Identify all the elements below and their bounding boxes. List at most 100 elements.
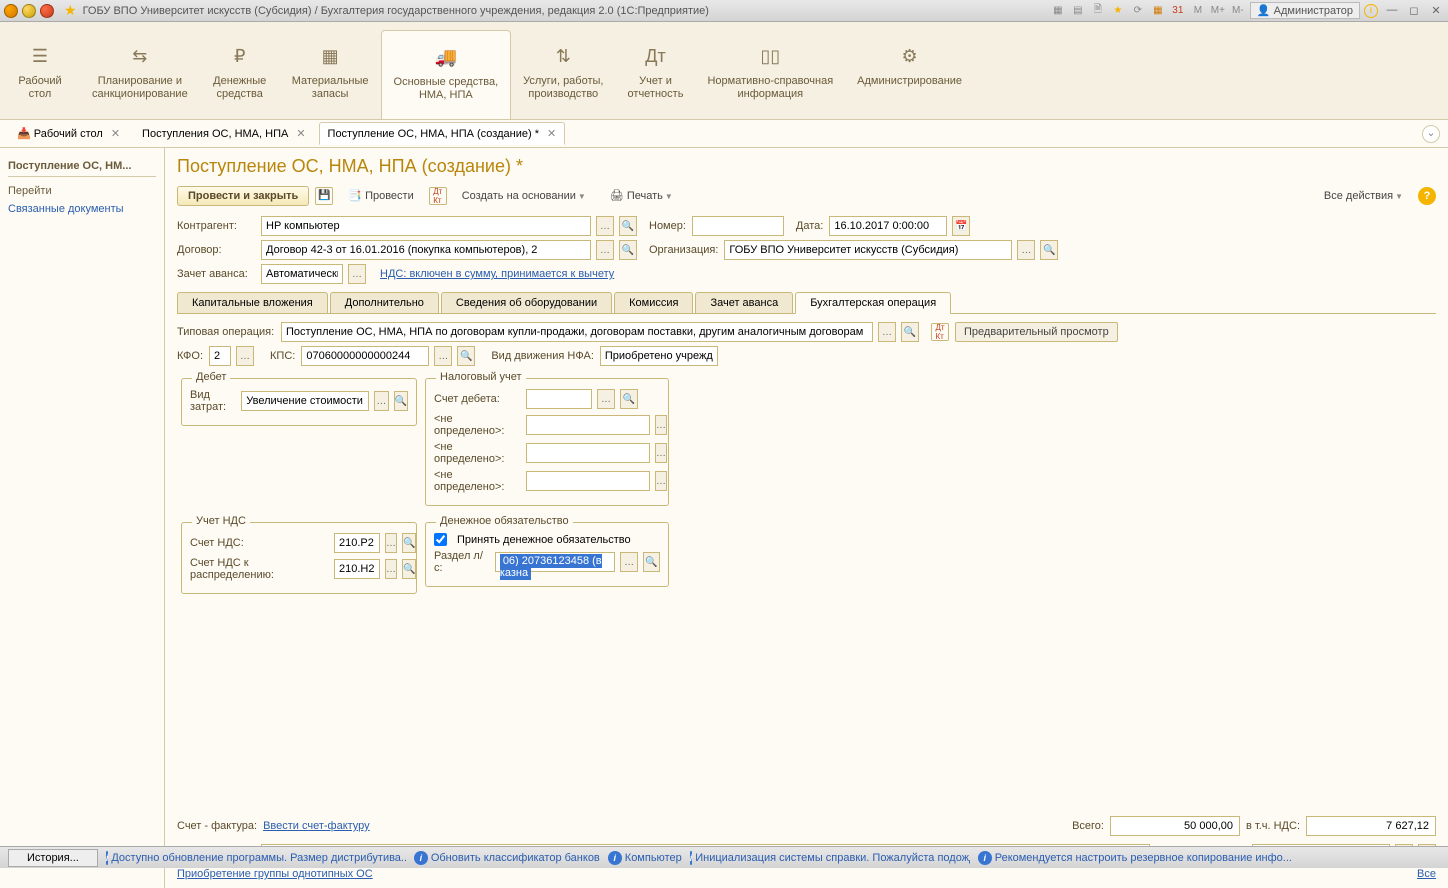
calendar-icon[interactable]: 📅	[952, 216, 970, 236]
search-icon[interactable]: 🔍	[1040, 240, 1058, 260]
tab-close-icon[interactable]: ✕	[547, 127, 556, 140]
status-backup[interactable]: iРекомендуется настроить резервное копир…	[978, 851, 1292, 865]
select-icon[interactable]: …	[385, 559, 397, 579]
nav-desktop[interactable]: ☰Рабочий стол	[0, 22, 80, 119]
maximize-icon[interactable]: ◻	[1406, 4, 1422, 18]
search-icon[interactable]: 🔍	[619, 216, 637, 236]
undefined-input[interactable]	[526, 443, 650, 463]
window-back-icon[interactable]	[22, 4, 36, 18]
search-icon[interactable]: 🔍	[619, 240, 637, 260]
all-actions-button[interactable]: Все действия▼	[1315, 186, 1412, 206]
close-icon[interactable]: ✕	[1428, 4, 1444, 18]
select-icon[interactable]: …	[236, 346, 254, 366]
tab-equipment[interactable]: Сведения об оборудовании	[441, 292, 612, 314]
expense-type-input[interactable]	[241, 391, 369, 411]
minimize-icon[interactable]: —	[1384, 4, 1400, 18]
window-1c-icon[interactable]	[4, 4, 18, 18]
toolbar-icon[interactable]: 🗎	[1090, 3, 1106, 19]
org-input[interactable]	[724, 240, 1012, 260]
number-input[interactable]	[692, 216, 784, 236]
info-icon[interactable]: i	[1364, 4, 1378, 18]
nav-materials[interactable]: ▦Материальные запасы	[280, 22, 381, 119]
m-plus-icon[interactable]: M+	[1210, 3, 1226, 19]
post-button[interactable]: 📑 Провести	[339, 185, 422, 206]
nav-admin[interactable]: ⚙Администрирование	[845, 22, 974, 119]
post-close-button[interactable]: Провести и закрыть	[177, 186, 309, 206]
select-icon[interactable]: …	[1017, 240, 1035, 260]
nds-account-input[interactable]	[334, 533, 380, 553]
nav-money[interactable]: ₽Денежные средства	[200, 22, 280, 119]
search-icon[interactable]: 🔍	[620, 389, 638, 409]
nav-services[interactable]: ⇅Услуги, работы, производство	[511, 22, 615, 119]
status-computer[interactable]: iКомпьютер	[608, 851, 682, 865]
contract-input[interactable]	[261, 240, 591, 260]
select-icon[interactable]: …	[878, 322, 896, 342]
nav-assets[interactable]: 🚚Основные средства, НМА, НПА	[381, 30, 512, 119]
debit-account-input[interactable]	[526, 389, 592, 409]
calc-icon[interactable]: ▦	[1150, 3, 1166, 19]
nav-reference[interactable]: ▯▯Нормативно-справочная информация	[695, 22, 845, 119]
select-icon[interactable]: …	[655, 471, 667, 491]
search-icon[interactable]: 🔍	[394, 391, 408, 411]
kfo-input[interactable]	[209, 346, 231, 366]
advance-input[interactable]	[261, 264, 343, 284]
user-badge[interactable]: 👤 Администратор	[1250, 2, 1360, 19]
contragent-input[interactable]	[261, 216, 591, 236]
window-forward-icon[interactable]	[40, 4, 54, 18]
help-icon[interactable]: ?	[1418, 187, 1436, 205]
status-banks[interactable]: iОбновить классификатор банков	[414, 851, 600, 865]
status-init[interactable]: iИнициализация системы справки. Пожалуйс…	[690, 851, 970, 865]
select-icon[interactable]: …	[596, 216, 614, 236]
search-icon[interactable]: 🔍	[643, 552, 660, 572]
select-icon[interactable]: …	[434, 346, 452, 366]
select-icon[interactable]: …	[597, 389, 615, 409]
tab-close-icon[interactable]: ✕	[111, 127, 120, 140]
nfa-input[interactable]	[600, 346, 718, 366]
sidebar-related-docs[interactable]: Связанные документы	[8, 201, 156, 217]
select-icon[interactable]: …	[655, 415, 667, 435]
m-minus-icon[interactable]: M-	[1230, 3, 1246, 19]
toolbar-icon[interactable]: ▦	[1050, 3, 1066, 19]
undefined-input[interactable]	[526, 415, 650, 435]
nav-planning[interactable]: ⇆Планирование и санкционирование	[80, 22, 200, 119]
accept-money-checkbox[interactable]	[434, 533, 447, 546]
tab-advance-offset[interactable]: Зачет аванса	[695, 292, 793, 314]
tab-accounting[interactable]: Бухгалтерская операция	[795, 292, 951, 314]
tab-desktop[interactable]: 📥 Рабочий стол✕	[8, 122, 129, 145]
expand-tabs-icon[interactable]: ⌄	[1422, 125, 1440, 143]
toolbar-icon[interactable]: ▤	[1070, 3, 1086, 19]
preview-button[interactable]: Предварительный просмотр	[955, 322, 1118, 342]
tab-close-icon[interactable]: ✕	[296, 127, 305, 140]
nav-accounting[interactable]: ДтУчет и отчетность	[615, 22, 695, 119]
undefined-input[interactable]	[526, 471, 650, 491]
all-link[interactable]: Все	[1417, 868, 1436, 880]
nds-link[interactable]: НДС: включен в сумму, принимается к выче…	[380, 268, 614, 280]
search-icon[interactable]: 🔍	[402, 559, 416, 579]
tab-list[interactable]: Поступления ОС, НМА, НПА✕	[133, 122, 314, 145]
section-input[interactable]: 06) 20736123458 (в казна	[495, 552, 616, 572]
tab-additional[interactable]: Дополнительно	[330, 292, 439, 314]
group-link[interactable]: Приобретение группы однотипных ОС	[177, 868, 373, 880]
search-icon[interactable]: 🔍	[901, 322, 919, 342]
invoice-link[interactable]: Ввести счет-фактуру	[263, 820, 370, 832]
nds-dist-input[interactable]	[334, 559, 380, 579]
history-button[interactable]: История...	[8, 849, 98, 867]
toolbar-icon[interactable]: ⟳	[1130, 3, 1146, 19]
save-icon[interactable]: 💾	[315, 187, 333, 205]
tab-document[interactable]: Поступление ОС, НМА, НПА (создание) *✕	[319, 122, 566, 145]
dtkt-icon[interactable]: ДтКт	[429, 187, 447, 205]
select-icon[interactable]: …	[385, 533, 397, 553]
status-update[interactable]: iДоступно обновление программы. Размер д…	[106, 851, 406, 865]
select-icon[interactable]: …	[348, 264, 366, 284]
select-icon[interactable]: …	[596, 240, 614, 260]
tab-capital[interactable]: Капитальные вложения	[177, 292, 328, 314]
typical-op-input[interactable]	[281, 322, 873, 342]
star-icon[interactable]: ★	[1110, 3, 1126, 19]
create-based-button[interactable]: Создать на основании▼	[453, 186, 595, 206]
print-button[interactable]: 🖨 Печать▼	[601, 185, 682, 206]
dtkt-icon[interactable]: ДтКт	[931, 323, 949, 341]
select-icon[interactable]: …	[620, 552, 637, 572]
tab-commission[interactable]: Комиссия	[614, 292, 693, 314]
m-icon[interactable]: M	[1190, 3, 1206, 19]
select-icon[interactable]: …	[374, 391, 388, 411]
